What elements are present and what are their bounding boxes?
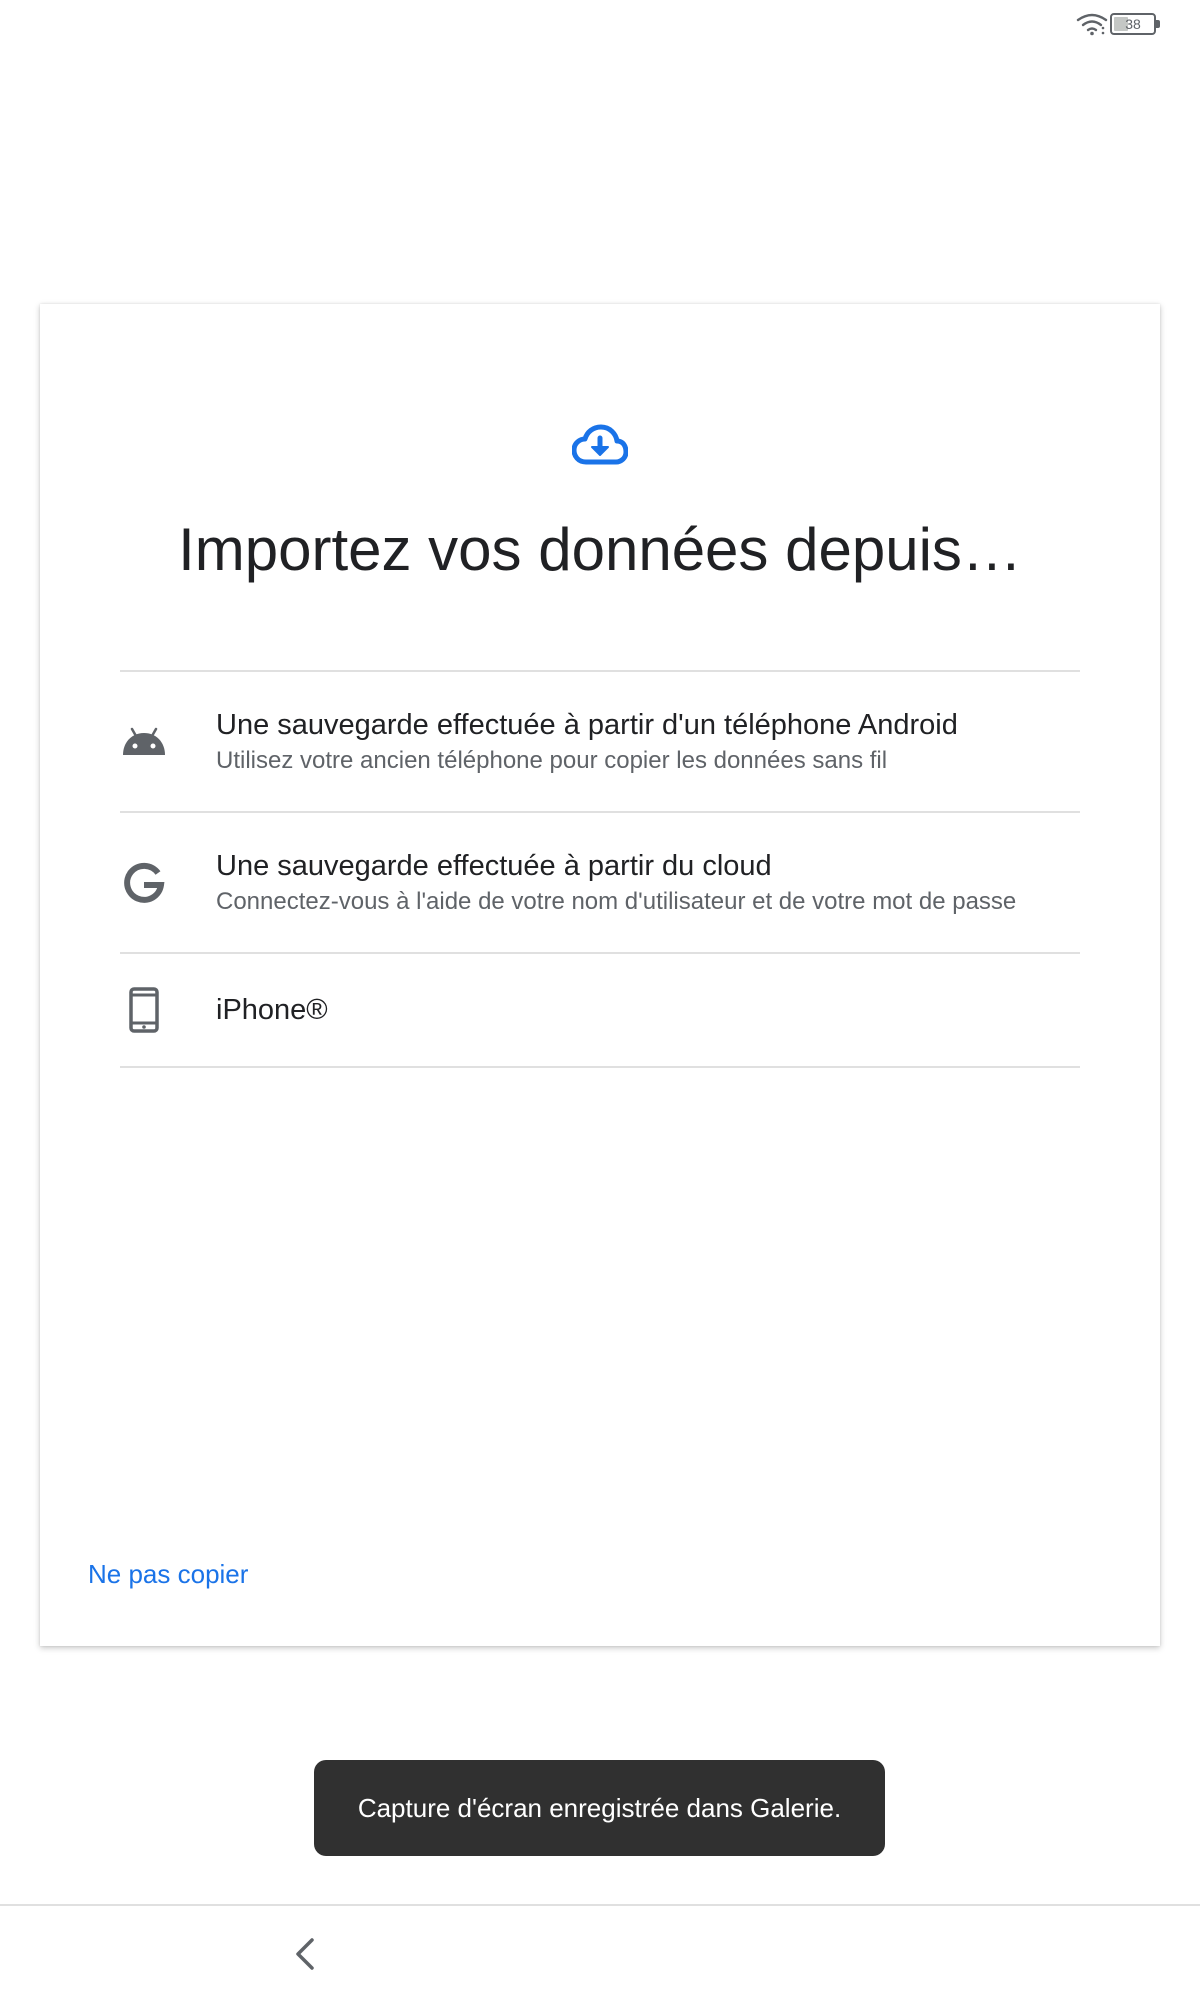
google-icon bbox=[120, 859, 168, 907]
page-title: Importez vos données depuis… bbox=[178, 516, 1022, 583]
option-subtitle: Utilisez votre ancien téléphone pour cop… bbox=[216, 746, 888, 774]
android-icon bbox=[120, 718, 168, 766]
back-chevron-icon[interactable] bbox=[282, 1930, 330, 1978]
wifi-icon bbox=[1076, 13, 1108, 36]
cloud-download-icon bbox=[572, 424, 628, 465]
option-text: Une sauvegarde effectuée à partir du clo… bbox=[216, 847, 1080, 919]
option-title: iPhone® bbox=[216, 994, 328, 1026]
option-title: Une sauvegarde effectuée à partir d'un t… bbox=[216, 708, 958, 741]
import-options-list: Une sauvegarde effectuée à partir d'un t… bbox=[120, 670, 1080, 1068]
option-android-backup[interactable]: Une sauvegarde effectuée à partir d'un t… bbox=[120, 672, 1080, 813]
battery-icon: 38 bbox=[1110, 13, 1160, 35]
option-text: Une sauvegarde effectuée à partir d'un t… bbox=[216, 706, 1080, 778]
toast-message: Capture d'écran enregistrée dans Galerie… bbox=[314, 1760, 885, 1856]
import-data-card: Importez vos données depuis… Une sauvega… bbox=[40, 304, 1160, 1646]
status-bar: 38 bbox=[0, 0, 1200, 48]
toast-text: Capture d'écran enregistrée dans Galerie… bbox=[357, 1792, 842, 1823]
phone-icon bbox=[120, 986, 168, 1034]
battery-level: 38 bbox=[1125, 16, 1141, 32]
option-subtitle: Connectez-vous à l'aide de votre nom d'u… bbox=[216, 887, 1017, 915]
navigation-bar bbox=[0, 1904, 1200, 2000]
option-iphone[interactable]: iPhone® bbox=[120, 954, 1080, 1068]
option-cloud-backup[interactable]: Une sauvegarde effectuée à partir du clo… bbox=[120, 813, 1080, 954]
skip-copy-button[interactable]: Ne pas copier bbox=[88, 1559, 248, 1590]
option-title: Une sauvegarde effectuée à partir du clo… bbox=[216, 849, 772, 882]
option-text: iPhone® bbox=[216, 991, 1080, 1029]
